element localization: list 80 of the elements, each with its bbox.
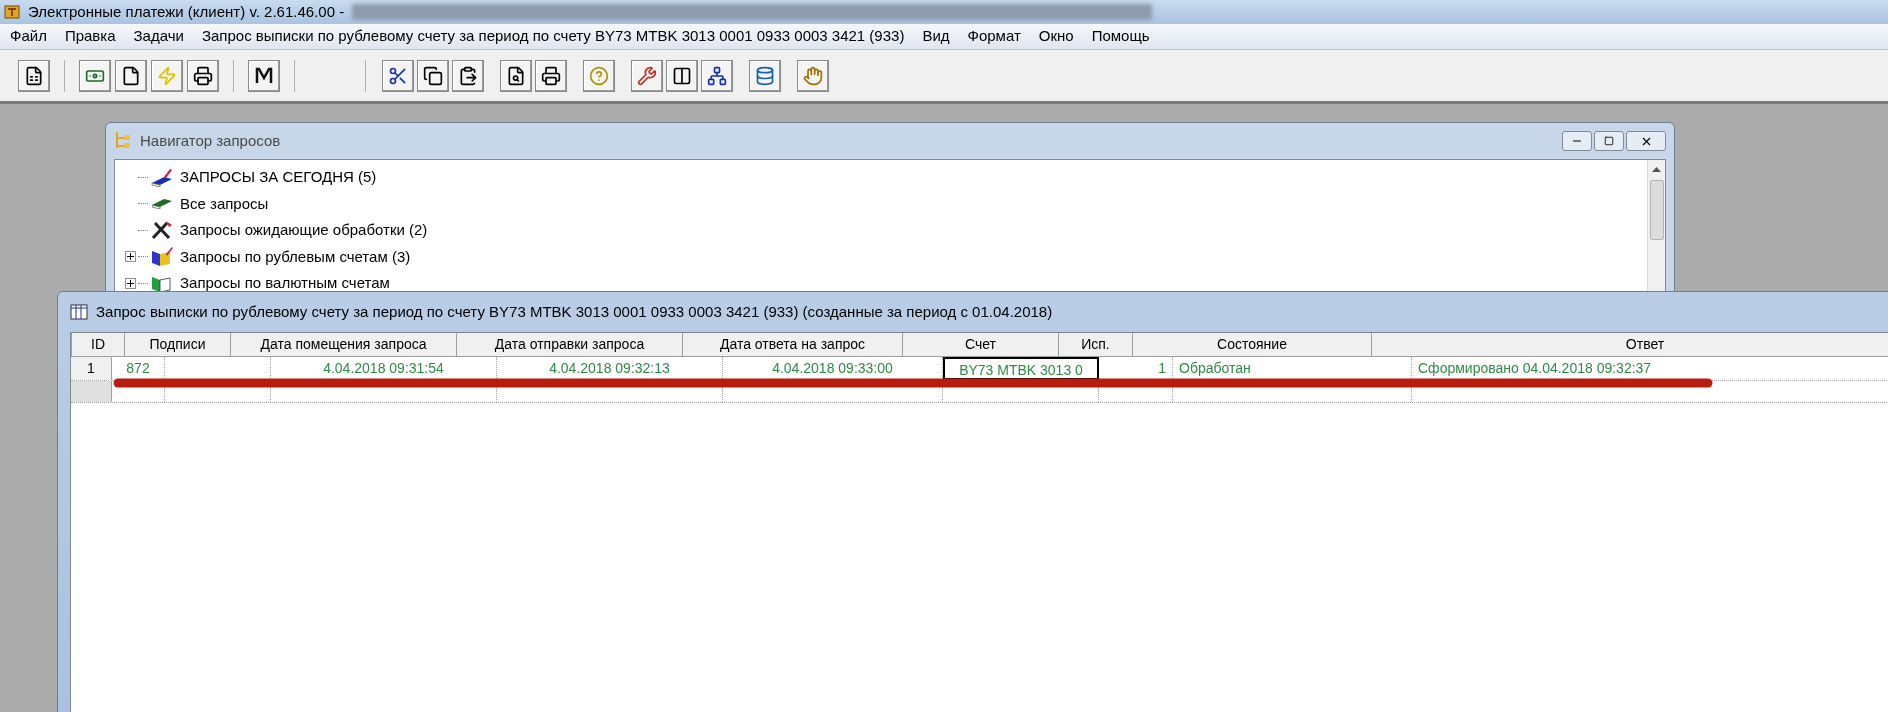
- book-icon: [152, 198, 172, 209]
- scroll-thumb[interactable]: [1649, 180, 1664, 240]
- table-cell: 4.04.2018 09:31:54: [271, 357, 497, 380]
- expand-toggle[interactable]: [125, 251, 136, 263]
- hand-icon: [803, 65, 823, 86]
- tree-button[interactable]: [701, 59, 733, 92]
- cut-button[interactable]: [382, 59, 414, 92]
- lightning-icon: [157, 65, 177, 86]
- toolbar-button[interactable]: [248, 59, 280, 92]
- help-icon: [589, 65, 609, 86]
- menu-item[interactable]: Окно: [1038, 25, 1074, 48]
- spreadsheet-icon: [24, 65, 44, 86]
- table-cell: 4.04.2018 09:32:13: [497, 357, 723, 380]
- printer-icon: [193, 65, 213, 86]
- table-cell: Сформировано 04.04.2018 09:32:37: [1412, 357, 1888, 380]
- tree-icon: [707, 65, 727, 86]
- window-title: Навигатор запросов: [140, 130, 281, 151]
- expand-toggle[interactable]: [125, 277, 136, 289]
- menu-item[interactable]: Файл: [10, 25, 47, 48]
- column-header[interactable]: Ответ: [1372, 333, 1888, 356]
- table-cell: 1: [1099, 357, 1173, 380]
- table-icon: [70, 304, 88, 320]
- column-header[interactable]: Дата ответа на запрос: [683, 333, 903, 356]
- menu-item[interactable]: Запрос выписки по рублевому счету за период по счету BY73 MTBK 3013 0001 0933 0003 3421 (933): [201, 25, 905, 48]
- column-header[interactable]: Счет: [903, 333, 1059, 356]
- payments-button[interactable]: [79, 59, 111, 92]
- help-button[interactable]: [583, 59, 615, 92]
- menu-item[interactable]: Вид: [922, 25, 950, 48]
- table-cell: 872: [112, 357, 165, 380]
- folder-icon: [150, 245, 174, 268]
- settings-button[interactable]: [631, 59, 663, 92]
- export-button[interactable]: [18, 59, 50, 92]
- preview-icon: [506, 65, 526, 86]
- maximize-icon: [1604, 136, 1614, 146]
- page-icon: [121, 65, 141, 86]
- cut-icon: [388, 65, 408, 86]
- menu-item[interactable]: Помощь: [1091, 25, 1150, 48]
- print-button[interactable]: [535, 59, 567, 92]
- column-header[interactable]: Состояние: [1133, 333, 1372, 356]
- copy-icon: [423, 65, 443, 86]
- tree-item[interactable]: Запросы по рублевым счетам (3): [180, 245, 411, 268]
- paste-icon: [458, 65, 478, 86]
- column-header[interactable]: Дата помещения запроса: [231, 333, 457, 356]
- column-header[interactable]: Исп.: [1059, 333, 1133, 356]
- close-button[interactable]: [1626, 131, 1666, 151]
- document-button[interactable]: [115, 59, 147, 92]
- copy-button[interactable]: [417, 59, 449, 92]
- table-cell: Обработан: [1173, 357, 1412, 380]
- menu-item[interactable]: Формат: [967, 25, 1021, 48]
- window-title: Электронные платежи (клиент) v. 2.61.46.00 -: [28, 1, 345, 22]
- window-title: Запрос выписки по рублевому счету за период по счету BY73 MTBK 3013 0001 0933 0003 3421 (933) (созданные за период с 01.04.2018): [96, 301, 1053, 322]
- tree-item[interactable]: ЗАПРОСЫ ЗА СЕГОДНЯ (5): [180, 166, 377, 189]
- column-header[interactable]: Дата отправки запроса: [457, 333, 683, 356]
- database-icon: [755, 65, 775, 86]
- paste-button[interactable]: [452, 59, 484, 92]
- book-icon: [150, 167, 174, 188]
- table-cell: 4.04.2018 09:33:00: [723, 357, 943, 380]
- tools-icon: [150, 219, 174, 242]
- tools-icon: [637, 65, 657, 86]
- hand-button[interactable]: [797, 59, 829, 92]
- tree-item[interactable]: Все запросы: [180, 192, 269, 215]
- maximize-button[interactable]: [1594, 131, 1624, 151]
- database-button[interactable]: [749, 59, 781, 92]
- row-header[interactable]: 1: [71, 357, 112, 380]
- tree-item[interactable]: Запросы по валютным счетам: [180, 272, 390, 291]
- preview-button[interactable]: [500, 59, 532, 92]
- zigzag-icon: [254, 66, 274, 85]
- tree-item[interactable]: Запросы ожидающие обработки (2): [180, 219, 428, 242]
- scroll-up-icon: [1652, 166, 1661, 172]
- print-button[interactable]: [187, 59, 219, 92]
- printer-icon: [541, 65, 561, 86]
- columns-button[interactable]: [666, 59, 698, 92]
- column-header[interactable]: ID: [72, 333, 125, 356]
- columns-icon: [672, 65, 692, 86]
- column-header[interactable]: Подписи: [125, 333, 231, 356]
- menu-item[interactable]: Задачи: [133, 25, 184, 48]
- menu-item[interactable]: Правка: [64, 25, 116, 48]
- minimize-button[interactable]: [1562, 131, 1592, 151]
- table-cell: BY73 MTBK 3013 0: [943, 357, 1099, 380]
- app-icon: [4, 4, 20, 20]
